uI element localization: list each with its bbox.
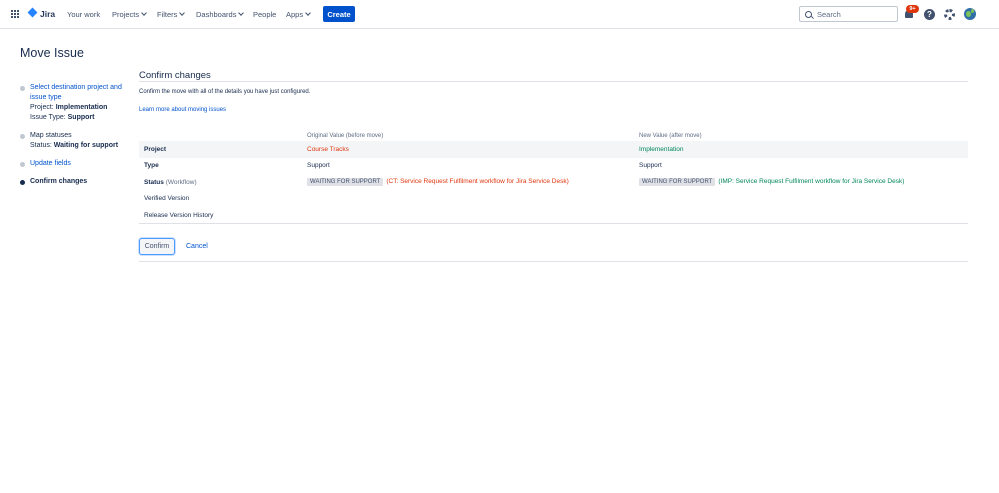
step-dot-icon: [20, 86, 25, 91]
step-dot-icon: [20, 162, 25, 167]
step-update-fields: Update fields: [20, 159, 130, 169]
table-header-row: Original Value (before move) New Value (…: [139, 130, 968, 141]
step-confirm-changes-label: Confirm changes: [30, 178, 88, 185]
step-map-statuses: Map statuses Status: Waiting for support: [20, 131, 130, 151]
step-status-summary: Status: Waiting for support: [30, 141, 130, 151]
table-row-release-version-history: Release Version History: [139, 207, 968, 224]
status-badge: WAITING FOR SUPPORT: [307, 178, 384, 187]
table-header-original: Original Value (before move): [307, 132, 384, 139]
chevron-down-icon: [238, 10, 245, 16]
nav-filters-label: Filters: [157, 10, 178, 19]
new-value: WAITING FOR SUPPORT (IMP: Service Request…: [639, 174, 968, 191]
row-label: Verified Version: [144, 195, 190, 203]
search-input[interactable]: [817, 9, 892, 19]
step-update-fields-link[interactable]: Update fields: [30, 159, 130, 169]
table-row-verified-version: Verified Version: [139, 191, 968, 208]
new-value: Implementation: [639, 141, 968, 158]
step-project-summary: Project: Implementation: [30, 103, 130, 113]
description: Confirm the move with all of the details…: [139, 89, 311, 95]
jira-logo[interactable]: Jira: [27, 8, 55, 20]
nav-apps[interactable]: Apps: [286, 10, 311, 19]
row-label: Type: [144, 162, 159, 170]
chevron-down-icon: [179, 10, 186, 16]
step-type-summary: Issue Type: Support: [30, 113, 130, 123]
row-label: Status (Workflow): [139, 174, 307, 191]
status-badge: WAITING FOR SUPPORT: [639, 178, 716, 187]
confirm-changes-panel: Confirm changes Confirm the move with al…: [139, 70, 968, 262]
nav-filters[interactable]: Filters: [157, 10, 186, 19]
search-icon: [805, 10, 812, 18]
old-value: WAITING FOR SUPPORT (CT: Service Request …: [307, 174, 639, 191]
step-dot-icon: [20, 134, 25, 139]
status-label: Status:: [30, 142, 52, 149]
top-navigation: Jira Your work Projects Filters Dashboar…: [0, 0, 999, 29]
status-value: Waiting for support: [53, 142, 119, 149]
nav-people-label: People: [253, 10, 277, 19]
table-row-type: Type Support Support: [139, 158, 968, 175]
cancel-link[interactable]: Cancel: [186, 243, 208, 250]
avatar[interactable]: [964, 8, 976, 20]
divider: [139, 261, 968, 262]
confirm-button[interactable]: Confirm: [139, 238, 175, 255]
nav-dashboards[interactable]: Dashboards: [196, 10, 245, 19]
nav-projects[interactable]: Projects: [112, 10, 147, 19]
divider: [139, 223, 968, 224]
table-header-field: [139, 130, 307, 141]
jira-logo-text: Jira: [40, 9, 56, 19]
row-label: Release Version History: [144, 211, 214, 219]
project-value: Implementation: [55, 104, 108, 111]
issue-type-label: Issue Type:: [30, 114, 66, 121]
search-box[interactable]: [799, 6, 898, 22]
table-header-new: New Value (after move): [639, 132, 702, 139]
status-row-label: Status: [144, 178, 164, 186]
create-button[interactable]: Create: [323, 6, 355, 22]
help-icon[interactable]: ?: [924, 9, 935, 20]
nav-dashboards-label: Dashboards: [196, 10, 237, 19]
nav-apps-label: Apps: [286, 10, 304, 19]
new-workflow: (IMP: Service Request Fulfilment workflo…: [718, 178, 905, 186]
nav-projects-label: Projects: [112, 10, 140, 19]
nav-your-work-label: Your work: [67, 10, 101, 19]
table-row-status: Status (Workflow) WAITING FOR SUPPORT (CT…: [139, 174, 968, 191]
new-value: Support: [639, 162, 662, 170]
changes-table: Original Value (before move) New Value (…: [139, 130, 968, 224]
step-map-statuses-label: Map statuses: [30, 132, 72, 139]
nav-your-work[interactable]: Your work: [67, 10, 100, 19]
page-title: Move Issue: [20, 46, 84, 60]
old-workflow: (CT: Service Request Fulfilment workflow…: [386, 178, 569, 186]
chevron-down-icon: [305, 10, 311, 16]
notification-badge: 9+: [906, 5, 919, 13]
step-current-dot-icon: [20, 180, 25, 185]
chevron-down-icon: [141, 10, 147, 16]
jira-logo-icon: [27, 8, 37, 20]
status-row-suffix: (Workflow): [165, 178, 197, 186]
step-select-destination: Select destination project and issue typ…: [20, 83, 130, 123]
section-title: Confirm changes: [139, 70, 968, 82]
nav-people[interactable]: People: [253, 10, 276, 19]
issue-type-value: Support: [67, 114, 95, 121]
step-select-destination-link[interactable]: Select destination project and issue typ…: [30, 83, 130, 103]
old-value: Course Tracks: [307, 141, 639, 158]
learn-more-link[interactable]: Learn more about moving issues: [139, 107, 226, 113]
table-row-project: Project Course Tracks Implementation: [139, 141, 968, 158]
old-value: Support: [307, 162, 330, 170]
step-confirm-changes: Confirm changes: [20, 177, 130, 187]
gear-icon[interactable]: [944, 9, 955, 20]
project-label: Project:: [30, 104, 54, 111]
move-steps: Select destination project and issue typ…: [20, 83, 130, 195]
app-switcher-icon[interactable]: [11, 10, 20, 19]
row-label: Project: [139, 141, 307, 158]
